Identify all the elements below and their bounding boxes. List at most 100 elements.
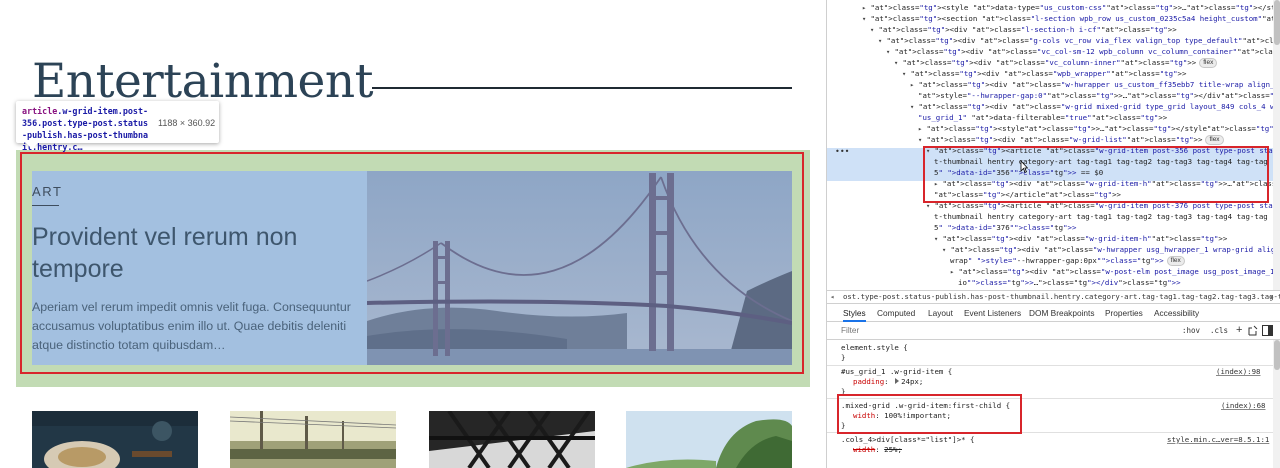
dom-scroll-thumb[interactable] <box>1274 0 1280 45</box>
dom-node-line[interactable]: 5" ">data-id="376"">class="tg">> <box>926 223 1076 233</box>
rule-close: } <box>841 353 846 362</box>
breadcrumb-text[interactable]: ost.type-post.status-publish.has-post-th… <box>843 291 1280 303</box>
dom-node-text[interactable]: "at">style="--hwrapper-gap:0""at">class=… <box>918 91 1273 100</box>
elements-dom-tree[interactable]: ••• ▸ "at">class="tg"><style "at">data-t… <box>827 0 1273 290</box>
rule-selector[interactable]: .cols_4>div[class*="list"]>* { <box>841 435 975 445</box>
dom-node-line[interactable]: ▾ "at">class="tg"><div "at">class="vc_co… <box>886 47 1273 57</box>
food-photo[interactable] <box>32 411 198 468</box>
property-value[interactable]: 25%; <box>884 445 902 454</box>
dom-node-text[interactable]: "at">class="tg"><div "at">class="vc_colu… <box>902 58 1196 67</box>
dom-node-line[interactable]: ▾ "at">class="tg"><div "at">class="g-col… <box>878 36 1273 46</box>
styles-filter-bar: Filter :hov .cls + <box>827 322 1280 340</box>
dom-node-text[interactable]: "at">class="tg"><section "at">class="l-s… <box>870 14 1273 23</box>
styles-pane[interactable]: element.style { } #us_grid_1 .w-grid-ite… <box>827 340 1273 468</box>
dom-node-line[interactable]: ▾ "at">class="tg"><div "at">class="w-gri… <box>918 135 1224 145</box>
dom-node-line[interactable]: wrap" ">style="--hwrapper-gap:0px"">clas… <box>942 256 1185 266</box>
dom-node-line[interactable]: ▾ "at">class="tg"><div "at">class="w-gri… <box>934 234 1227 244</box>
dom-breadcrumb[interactable]: ◂ ost.type-post.status-publish.has-post-… <box>827 290 1280 304</box>
hover-state-button[interactable]: :hov <box>1182 326 1200 335</box>
dom-node-text[interactable]: "at">class="tg"><div "at">class="g-cols … <box>886 36 1273 45</box>
annotation-outline-selected-node <box>923 146 1269 203</box>
expand-node-icon <box>942 257 950 265</box>
tab-layout[interactable]: Layout <box>928 305 953 322</box>
annotation-outline-grid-item <box>20 152 804 374</box>
rule-separator <box>827 365 1273 366</box>
tooltip-size: 1188 × 360.92 <box>158 118 216 128</box>
dom-node-line[interactable]: ▾ "at">class="tg"><div "at">class="wpb_w… <box>902 69 1186 79</box>
dom-node-text[interactable]: t-thumbnail hentry category-art tag-tag1… <box>934 212 1268 221</box>
expand-shorthand-icon[interactable] <box>895 378 900 384</box>
rule-source-link[interactable]: (index):68 <box>1221 401 1266 411</box>
rule-selector[interactable]: element.style { <box>841 343 908 353</box>
dom-node-text[interactable]: "at">class="tg"><div "at">class="w-grid-… <box>942 234 1227 243</box>
expand-node-icon <box>950 279 958 287</box>
class-toggle-button[interactable]: .cls <box>1210 326 1228 335</box>
rule-property[interactable]: width: 25%; <box>853 445 902 455</box>
breadcrumb-scroll-left-icon[interactable]: ◂ <box>830 291 834 303</box>
dom-scrollbar[interactable] <box>1273 0 1280 290</box>
dom-node-text[interactable]: "at">class="tg"><div "at">class="w-hwrap… <box>918 80 1273 89</box>
sidebar-tabs: Styles Computed Layout Event Listeners D… <box>827 305 1280 322</box>
dom-node-line[interactable]: "us_grid_1" "at">data-filterable="true""… <box>910 113 1167 123</box>
dom-node-text[interactable]: "at">class="tg"><div "at">class="w-hwrap… <box>950 245 1273 254</box>
plus-icon[interactable]: + <box>1236 324 1242 336</box>
styles-scrollbar[interactable] <box>1273 340 1280 468</box>
dom-node-line[interactable]: ▾ "at">class="tg"><div "at">class="vc_co… <box>894 58 1218 68</box>
flex-badge[interactable]: flex <box>1205 135 1224 145</box>
breadcrumb-scroll-right-icon[interactable]: ▸ <box>1270 291 1274 303</box>
railway-photo[interactable] <box>230 411 396 468</box>
expand-node-icon <box>926 213 934 221</box>
inspector-tooltip: article.w-grid-item.post-356.post.type-p… <box>16 101 219 152</box>
tab-accessibility[interactable]: Accessibility <box>1154 305 1199 322</box>
dom-node-text[interactable]: 5" ">data-id="376"">class="tg">> <box>934 223 1076 232</box>
dom-node-line[interactable]: io"">class="tg">>…">class="tg"></div">cl… <box>950 278 1181 288</box>
property-value[interactable]: 24px; <box>901 377 923 386</box>
property-name[interactable]: padding <box>853 377 884 386</box>
dom-node-line[interactable]: ▸ "at">class="tg"><div "at">class="w-hwr… <box>910 80 1273 90</box>
dom-node-text[interactable]: "at">class="tg"><style"at">class="tg">>…… <box>926 124 1273 133</box>
styles-filter-input[interactable]: Filter <box>841 326 859 335</box>
trees-photo[interactable] <box>626 411 792 468</box>
dom-node-line[interactable]: ▾ "at">class="tg"><div "at">class="w-hwr… <box>942 245 1273 255</box>
expand-node-icon <box>926 224 934 232</box>
dom-node-text[interactable]: "at">class="tg"><div "at">class="w-post-… <box>958 267 1273 276</box>
dom-node-line[interactable]: ▸ "at">class="tg"><style"at">class="tg">… <box>918 124 1273 134</box>
flex-badge[interactable]: flex <box>1199 58 1218 68</box>
expand-node-icon <box>910 92 918 100</box>
expand-node-icon <box>910 114 918 122</box>
rule-source-link[interactable]: (index):98 <box>1216 367 1261 377</box>
dom-node-text[interactable]: "at">class="tg"><div "at">class="w-grid-… <box>926 135 1202 144</box>
styles-scroll-thumb[interactable] <box>1274 340 1280 370</box>
tab-styles[interactable]: Styles <box>843 305 866 322</box>
dom-node-text[interactable]: "at">class="tg"><div "at">class="l-secti… <box>878 25 1176 34</box>
dom-node-text[interactable]: wrap" ">style="--hwrapper-gap:0px"">clas… <box>950 256 1164 265</box>
devtools-panel: ••• ▸ "at">class="tg"><style "at">data-t… <box>826 0 1280 468</box>
tab-event-listeners[interactable]: Event Listeners <box>964 305 1021 322</box>
more-options-icon[interactable]: ••• <box>835 147 849 156</box>
dom-node-line[interactable]: ▾ "at">class="tg"><section "at">class="l… <box>862 14 1273 24</box>
dom-node-text[interactable]: "at">class="tg"><div "at">class="vc_col-… <box>894 47 1273 56</box>
dom-node-line[interactable]: "at">style="--hwrapper-gap:0""at">class=… <box>910 91 1273 101</box>
dom-node-line[interactable]: ▸ "at">class="tg"><style "at">data-type=… <box>862 3 1273 13</box>
dom-node-text[interactable]: io"">class="tg">>…">class="tg"></div">cl… <box>958 278 1181 287</box>
tab-computed[interactable]: Computed <box>877 305 915 322</box>
dom-node-text[interactable]: "us_grid_1" "at">data-filterable="true""… <box>918 113 1167 122</box>
dom-node-line[interactable]: ▾ "at">class="tg"><div "at">class="l-sec… <box>870 25 1177 35</box>
dom-node-text[interactable]: "at">class="tg"><style "at">data-type="u… <box>870 3 1273 12</box>
rule-selector[interactable]: #us_grid_1 .w-grid-item { <box>841 367 952 377</box>
dom-node-line[interactable]: t-thumbnail hentry category-art tag-tag1… <box>926 212 1268 222</box>
dom-node-line[interactable]: ▸ "at">class="tg"><div "at">class="w-pos… <box>950 267 1273 277</box>
flex-badge[interactable]: flex <box>1166 256 1185 266</box>
tab-dom-breakpoints[interactable]: DOM Breakpoints <box>1029 305 1094 322</box>
bridge-underside-photo[interactable] <box>429 411 595 468</box>
dom-node-text[interactable]: "at">class="tg"><div "at">class="wpb_wra… <box>910 69 1186 78</box>
annotation-outline-style-rule <box>837 394 1022 434</box>
tab-properties[interactable]: Properties <box>1105 305 1143 322</box>
new-style-rule-icon[interactable] <box>1248 325 1258 336</box>
toggle-sidebar-icon[interactable] <box>1262 325 1273 336</box>
rule-property[interactable]: padding: 24px; <box>853 377 923 387</box>
rule-source-link[interactable]: style.min.c…ver=8.5.1:1 <box>1167 435 1269 445</box>
dom-node-line[interactable]: ▾ "at">class="tg"><div "at">class="w-gri… <box>910 102 1273 112</box>
dom-node-text[interactable]: "at">class="tg"><div "at">class="w-grid … <box>918 102 1273 111</box>
property-name[interactable]: width <box>853 445 875 454</box>
